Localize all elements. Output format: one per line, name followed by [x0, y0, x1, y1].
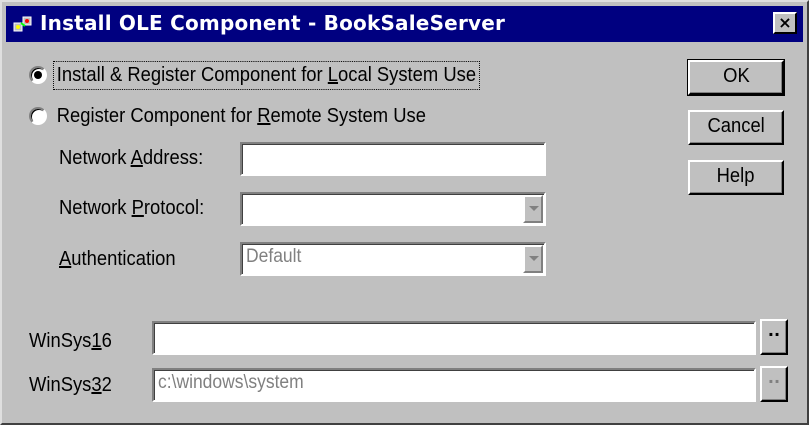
- radio-remote-indicator[interactable]: [29, 107, 47, 125]
- window-title: Install OLE Component - BookSaleServer: [40, 11, 506, 35]
- winsys16-input[interactable]: [152, 321, 756, 355]
- dialog-window: Install OLE Component - BookSaleServer ×…: [0, 0, 809, 425]
- close-icon: ×: [778, 13, 792, 32]
- title-bar[interactable]: Install OLE Component - BookSaleServer ×: [6, 6, 803, 42]
- network-address-label: Network Address:: [59, 147, 204, 169]
- radio-remote-register[interactable]: Register Component for Remote System Use: [29, 101, 461, 131]
- winsys16-browse-button[interactable]: ··: [760, 319, 788, 355]
- radio-local-install[interactable]: Install & Register Component for Local S…: [29, 60, 516, 90]
- ok-button[interactable]: OK: [687, 59, 785, 96]
- winsys32-browse-button[interactable]: ··: [760, 366, 788, 402]
- network-protocol-label: Network Protocol:: [59, 197, 205, 219]
- radio-remote-label[interactable]: Register Component for Remote System Use: [54, 103, 429, 130]
- help-button[interactable]: Help: [688, 160, 784, 195]
- radio-local-indicator[interactable]: [29, 66, 47, 84]
- cancel-button[interactable]: Cancel: [688, 110, 784, 145]
- authentication-select[interactable]: Default: [240, 242, 546, 276]
- radio-local-label[interactable]: Install & Register Component for Local S…: [53, 60, 480, 90]
- ole-component-icon: [13, 16, 32, 32]
- winsys32-input[interactable]: c:\windows\system: [152, 368, 756, 402]
- authentication-dropdown-arrow-icon[interactable]: [523, 245, 543, 273]
- network-address-input[interactable]: [240, 142, 546, 176]
- authentication-label: Authentication: [59, 248, 176, 270]
- winsys32-label: WinSys32: [29, 374, 112, 396]
- winsys16-label: WinSys16: [29, 330, 112, 352]
- close-button[interactable]: ×: [773, 12, 797, 34]
- network-protocol-select[interactable]: [240, 192, 546, 226]
- protocol-dropdown-arrow-icon[interactable]: [523, 195, 543, 223]
